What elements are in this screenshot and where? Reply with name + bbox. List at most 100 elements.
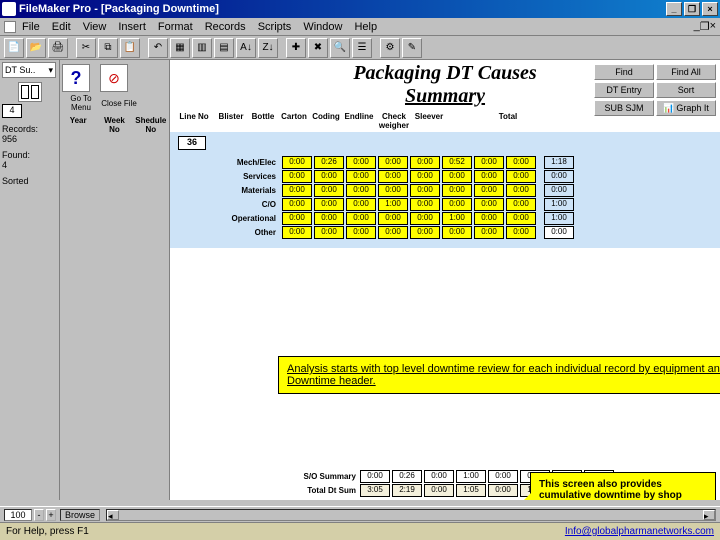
grid-cell[interactable]: 0:00	[442, 198, 472, 211]
menu-window[interactable]: Window	[303, 21, 342, 33]
grid-cell[interactable]: 0:00	[314, 226, 344, 239]
grid-cell[interactable]: 0:00	[282, 226, 312, 239]
new-button[interactable]: 📄	[4, 38, 24, 58]
grid-cell[interactable]: 0:00	[314, 170, 344, 183]
menu-records[interactable]: Records	[205, 21, 246, 33]
record-pos-field[interactable]: 100	[4, 509, 32, 521]
find-button[interactable]: 🔍	[330, 38, 350, 58]
graphit-button[interactable]: 📊Graph It	[656, 100, 716, 116]
grid-cell[interactable]: 0:00	[282, 156, 312, 169]
grid-cell[interactable]: 0:00	[378, 226, 408, 239]
grid-cell[interactable]: 0:00	[506, 198, 536, 211]
new-record-button[interactable]: ✚	[286, 38, 306, 58]
close-file-icon[interactable]: ⊘	[100, 64, 128, 92]
grid-cell[interactable]: 0:00	[474, 212, 504, 225]
menu-view[interactable]: View	[83, 21, 107, 33]
grid-cell[interactable]: 0:00	[506, 156, 536, 169]
show-all-button[interactable]: ☰	[352, 38, 372, 58]
grid-cell[interactable]: 0:00	[410, 170, 440, 183]
minimize-button[interactable]: _	[666, 2, 682, 16]
grid-cell[interactable]: 0:00	[410, 212, 440, 225]
tool-button-5[interactable]: ✎	[402, 38, 422, 58]
grid-cell[interactable]: 0:00	[474, 156, 504, 169]
grid-cell[interactable]: 0:00	[314, 198, 344, 211]
grid-cell[interactable]: 0:00	[346, 212, 376, 225]
maximize-button[interactable]: ❐	[684, 2, 700, 16]
dtentry-button[interactable]: DT Entry	[594, 82, 654, 98]
child-restore-button[interactable]: ❐	[700, 20, 710, 33]
child-close-button[interactable]: ×	[710, 20, 716, 33]
findall-button[interactable]: Find All	[656, 64, 716, 80]
grid-cell[interactable]: 0:00	[346, 170, 376, 183]
mode-indicator[interactable]: Browse	[60, 509, 100, 521]
menu-file[interactable]: File	[22, 21, 40, 33]
grid-cell[interactable]: 0:00	[474, 184, 504, 197]
sort-desc-button[interactable]: Z↓	[258, 38, 278, 58]
grid-cell[interactable]: 0:00	[314, 184, 344, 197]
grid-cell[interactable]: 0:00	[378, 156, 408, 169]
grid-cell[interactable]: 0:00	[314, 212, 344, 225]
line-field[interactable]: 36	[178, 136, 206, 150]
grid-cell[interactable]: 0:00	[410, 184, 440, 197]
copy-button[interactable]: ⧉	[98, 38, 118, 58]
print-button[interactable]: 🖨	[48, 38, 68, 58]
cut-button[interactable]: ✂	[76, 38, 96, 58]
grid-cell[interactable]: 0:00	[442, 226, 472, 239]
grid-cell[interactable]: 0:00	[506, 212, 536, 225]
zoom-in-button[interactable]: +	[46, 509, 56, 521]
grid-cell[interactable]: 0:52	[442, 156, 472, 169]
grid-cell[interactable]: 0:00	[410, 226, 440, 239]
grid-cell[interactable]: 0:00	[442, 184, 472, 197]
record-number-field[interactable]: 4	[2, 104, 22, 118]
help-icon[interactable]: ?	[62, 64, 90, 92]
grid-cell[interactable]: 0:00	[474, 226, 504, 239]
grid-cell[interactable]: 0:26	[314, 156, 344, 169]
menu-help[interactable]: Help	[354, 21, 377, 33]
open-button[interactable]: 📂	[26, 38, 46, 58]
menu-edit[interactable]: Edit	[52, 21, 71, 33]
grid-cell[interactable]: 0:00	[474, 170, 504, 183]
grid-cell[interactable]: 0:00	[346, 156, 376, 169]
grid-cell[interactable]: 0:00	[346, 226, 376, 239]
grid-cell[interactable]: 0:00	[506, 184, 536, 197]
layout-dropdown[interactable]: DT Su..▾	[2, 62, 56, 78]
grid-cell[interactable]: 0:00	[378, 212, 408, 225]
menu-scripts[interactable]: Scripts	[258, 21, 292, 33]
grid-cell[interactable]: 0:00	[378, 170, 408, 183]
tool-button-3[interactable]: ▤	[214, 38, 234, 58]
tool-button-4[interactable]: ⚙	[380, 38, 400, 58]
grid-cell[interactable]: 0:00	[474, 198, 504, 211]
grid-cell[interactable]: 0:00	[506, 170, 536, 183]
grid-cell[interactable]: 1:00	[442, 212, 472, 225]
book-icon[interactable]	[18, 82, 42, 102]
grid-cell[interactable]: 1:00	[378, 198, 408, 211]
undo-button[interactable]: ↶	[148, 38, 168, 58]
grid-cell[interactable]: 0:00	[410, 198, 440, 211]
h-scrollbar[interactable]: ◂ ▸	[106, 509, 716, 521]
scroll-right-button[interactable]: ▸	[703, 510, 715, 520]
grid-cell[interactable]: 0:00	[442, 170, 472, 183]
subsjm-button[interactable]: SUB SJM	[594, 100, 654, 116]
grid-cell[interactable]: 0:00	[282, 212, 312, 225]
paste-button[interactable]: 📋	[120, 38, 140, 58]
zoom-out-button[interactable]: -	[34, 509, 44, 521]
grid-cell[interactable]: 0:00	[506, 226, 536, 239]
tool-button-1[interactable]: ▦	[170, 38, 190, 58]
delete-record-button[interactable]: ✖	[308, 38, 328, 58]
close-button[interactable]: ×	[702, 2, 718, 16]
menu-format[interactable]: Format	[158, 21, 193, 33]
grid-cell[interactable]: 0:00	[282, 198, 312, 211]
menu-insert[interactable]: Insert	[118, 21, 146, 33]
find-button-panel[interactable]: Find	[594, 64, 654, 80]
grid-cell[interactable]: 0:00	[282, 184, 312, 197]
tool-button-2[interactable]: ▥	[192, 38, 212, 58]
grid-cell[interactable]: 0:00	[378, 184, 408, 197]
grid-cell[interactable]: 0:00	[282, 170, 312, 183]
scroll-left-button[interactable]: ◂	[107, 510, 119, 520]
grid-cell[interactable]: 0:00	[346, 198, 376, 211]
contact-link[interactable]: Info@globalpharmanetworks.com	[565, 526, 714, 537]
grid-cell[interactable]: 0:00	[410, 156, 440, 169]
sort-asc-button[interactable]: A↓	[236, 38, 256, 58]
grid-cell[interactable]: 0:00	[346, 184, 376, 197]
sort-button[interactable]: Sort	[656, 82, 716, 98]
